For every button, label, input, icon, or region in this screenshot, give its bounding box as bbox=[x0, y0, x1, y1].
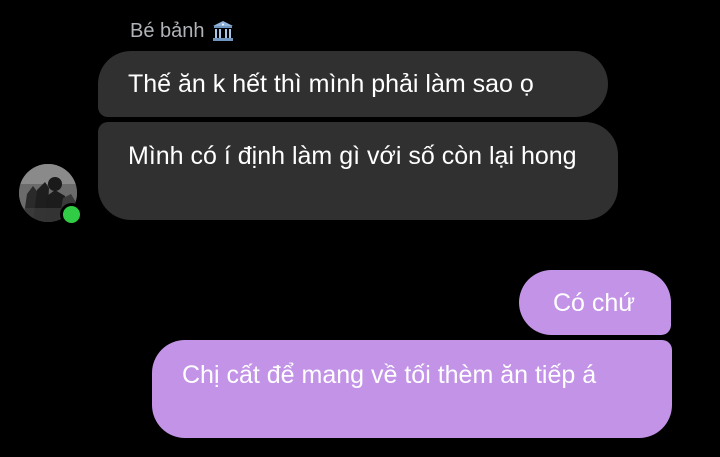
message-bubble-outgoing[interactable]: Chị cất để mang về tối thèm ăn tiếp á bbox=[152, 340, 672, 438]
message-text: Mình có í định làm gì với số còn lại hon… bbox=[128, 142, 577, 170]
online-status-indicator bbox=[60, 203, 83, 226]
message-text: Có chứ bbox=[553, 289, 636, 317]
sender-header: Bé bảnh bbox=[130, 19, 235, 43]
chat-screen: Bé bảnh Thế ăn k hết thì mình phải làm s… bbox=[0, 0, 720, 457]
sender-name[interactable]: Bé bảnh bbox=[130, 20, 205, 43]
message-text: Chị cất để mang về tối thèm ăn tiếp á bbox=[182, 361, 597, 389]
message-bubble-incoming[interactable]: Thế ăn k hết thì mình phải làm sao ọ bbox=[98, 51, 608, 117]
message-bubble-outgoing[interactable]: Có chứ bbox=[519, 270, 671, 335]
bank-building-icon bbox=[211, 19, 235, 43]
message-text: Thế ăn k hết thì mình phải làm sao ọ bbox=[128, 70, 534, 98]
message-bubble-incoming[interactable]: Mình có í định làm gì với số còn lại hon… bbox=[98, 122, 618, 220]
